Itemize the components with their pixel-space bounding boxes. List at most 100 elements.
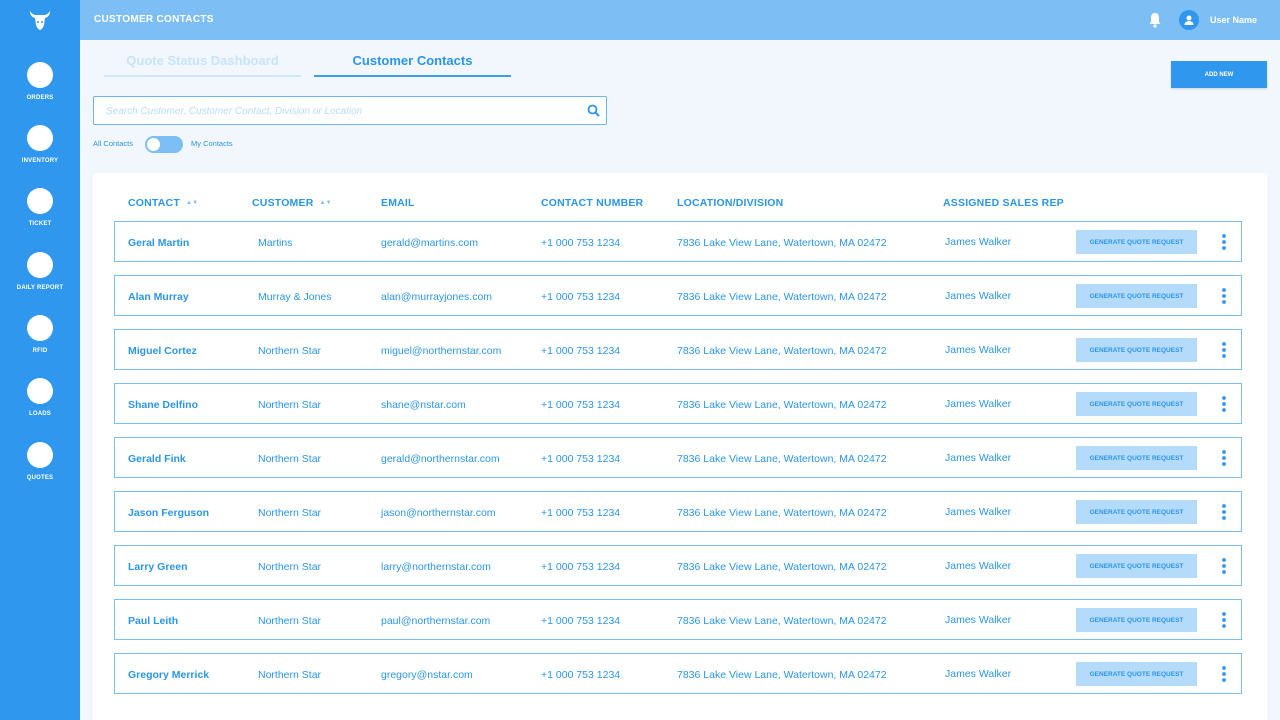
sidebar-item-label: INVENTORY [21,158,59,164]
more-options-icon[interactable] [1219,395,1229,413]
more-options-icon[interactable] [1219,611,1229,629]
tab-customer-contacts[interactable]: Customer Contacts [314,53,511,77]
customer-cell: Northern Star [258,345,322,357]
top-bar: CUSTOMER CONTACTS User Name [0,0,1280,40]
generate-quote-request-button[interactable]: GENERATE QUOTE REQUEST [1076,392,1197,416]
inventory-icon [27,125,53,151]
sidebar-item-label: LOADS [29,411,51,417]
phone-cell: +1 000 753 1234 [541,561,621,573]
contact-name[interactable]: Miguel Cortez [128,345,197,357]
sidebar-item-inventory[interactable]: INVENTORY [0,125,80,185]
generate-quote-request-button[interactable]: GENERATE QUOTE REQUEST [1076,608,1197,632]
table-row[interactable]: Larry Green Northern Star larry@northern… [114,545,1242,586]
all-contacts-label[interactable]: All Contacts [93,139,133,148]
phone-cell: +1 000 753 1234 [541,669,621,681]
more-options-icon[interactable] [1219,449,1229,467]
toggle-knob [147,138,160,151]
email-cell: alan@murrayjones.com [381,291,493,303]
generate-quote-request-button[interactable]: GENERATE QUOTE REQUEST [1076,446,1197,470]
contact-name[interactable]: Paul Leith [128,615,178,627]
sidebar-item-daily-report[interactable]: DAILY REPORT [0,252,80,312]
user-name[interactable]: User Name [1210,15,1257,25]
phone-cell: +1 000 753 1234 [541,399,621,411]
customer-cell: Northern Star [258,399,322,411]
table-row[interactable]: Jason Ferguson Northern Star jason@north… [114,491,1242,532]
sidebar-item-label: ORDERS [26,95,54,101]
location-cell: 7836 Lake View Lane, Watertown, MA 02472 [677,615,887,627]
sort-icon[interactable]: ▲▼ [320,200,332,206]
sidebar-item-ticket[interactable]: TICKET [0,188,80,248]
contact-name[interactable]: Jason Ferguson [128,507,209,519]
phone-cell: +1 000 753 1234 [541,507,621,519]
column-header-contact[interactable]: CONTACT ▲▼ [128,197,198,209]
contact-name[interactable]: Alan Murray [128,291,189,303]
contact-name[interactable]: Gerald Fink [128,453,186,465]
email-cell: jason@northernstar.com [381,507,496,519]
generate-quote-request-button[interactable]: GENERATE QUOTE REQUEST [1076,662,1197,686]
contacts-toggle[interactable] [145,136,183,153]
sales-rep-cell: James Walker [945,236,1012,248]
table-row[interactable]: Paul Leith Northern Star paul@northernst… [114,599,1242,640]
contact-name[interactable]: Shane Delfino [128,399,198,411]
sales-rep-cell: James Walker [945,290,1012,302]
email-cell: paul@northernstar.com [381,615,491,627]
generate-quote-request-button[interactable]: GENERATE QUOTE REQUEST [1076,338,1197,362]
table-row[interactable]: Shane Delfino Northern Star shane@nstar.… [114,383,1242,424]
sort-icon[interactable]: ▲▼ [186,200,198,206]
table-row[interactable]: Alan Murray Murray & Jones alan@murrayjo… [114,275,1242,316]
sales-rep-cell: James Walker [945,506,1012,518]
phone-cell: +1 000 753 1234 [541,453,621,465]
sidebar-item-rfid[interactable]: RFID [0,315,80,375]
table-row[interactable]: Miguel Cortez Northern Star miguel@north… [114,329,1242,370]
column-header-label: CUSTOMER [252,197,314,209]
search-input[interactable] [106,103,576,119]
tab-quote-status-dashboard[interactable]: Quote Status Dashboard [104,53,301,77]
my-contacts-label[interactable]: My Contacts [191,139,233,148]
table-row[interactable]: Geral Martin Martins gerald@martins.com … [114,221,1242,262]
sidebar-item-label: TICKET [28,221,52,227]
loads-icon [27,378,53,404]
contact-name[interactable]: Larry Green [128,561,188,573]
more-options-icon[interactable] [1219,233,1229,251]
generate-quote-request-button[interactable]: GENERATE QUOTE REQUEST [1076,284,1197,308]
phone-cell: +1 000 753 1234 [541,615,621,627]
more-options-icon[interactable] [1219,287,1229,305]
generate-quote-request-button[interactable]: GENERATE QUOTE REQUEST [1076,500,1197,524]
location-cell: 7836 Lake View Lane, Watertown, MA 02472 [677,345,887,357]
search-icon[interactable] [587,104,600,117]
generate-quote-request-button[interactable]: GENERATE QUOTE REQUEST [1076,230,1197,254]
bell-icon[interactable] [1148,12,1162,28]
contact-name[interactable]: Gregory Merrick [128,669,209,681]
search-box [93,96,607,125]
sidebar-item-loads[interactable]: LOADS [0,378,80,438]
bull-logo-icon [30,11,50,30]
avatar[interactable] [1179,10,1199,30]
more-options-icon[interactable] [1219,503,1229,521]
phone-cell: +1 000 753 1234 [541,291,621,303]
sales-rep-cell: James Walker [945,452,1012,464]
table-row[interactable]: Gregory Merrick Northern Star gregory@ns… [114,653,1242,694]
table-row[interactable]: Gerald Fink Northern Star gerald@norther… [114,437,1242,478]
generate-quote-request-button[interactable]: GENERATE QUOTE REQUEST [1076,554,1197,578]
add-new-button[interactable]: ADD NEW [1171,61,1267,88]
email-cell: gregory@nstar.com [381,669,473,681]
customer-cell: Murray & Jones [258,291,332,303]
column-header-customer[interactable]: CUSTOMER ▲▼ [252,197,332,209]
sidebar-item-orders[interactable]: ORDERS [0,62,80,122]
sales-rep-cell: James Walker [945,344,1012,356]
more-options-icon[interactable] [1219,665,1229,683]
user-icon [1184,15,1194,25]
column-header-label: CONTACT [128,197,180,209]
contact-name[interactable]: Geral Martin [128,237,189,249]
column-header-location: LOCATION/DIVISION [677,197,784,209]
more-options-icon[interactable] [1219,341,1229,359]
sidebar-item-label: RFID [32,348,48,354]
logo[interactable] [0,0,80,40]
customer-cell: Northern Star [258,561,322,573]
more-options-icon[interactable] [1219,557,1229,575]
sales-rep-cell: James Walker [945,398,1012,410]
sidebar-item-quotes[interactable]: QUOTES [0,442,80,502]
customer-cell: Northern Star [258,669,322,681]
sidebar-item-label: QUOTES [26,475,54,481]
customer-cell: Northern Star [258,615,322,627]
